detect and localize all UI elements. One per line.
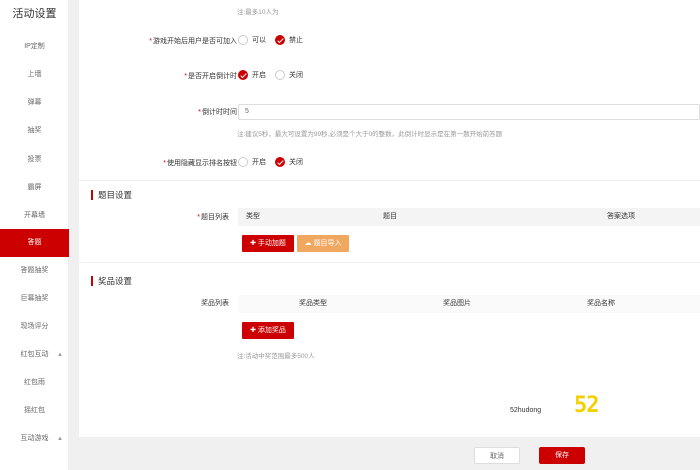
radio-checked-icon (275, 35, 285, 45)
prize-section-title: 奖品设置 (91, 275, 132, 287)
sidebar-title: 活动设置 (12, 8, 57, 20)
chevron-up-icon: ▲ (57, 436, 63, 442)
sidebar-item-label: 投票 (27, 156, 42, 163)
sidebar-item[interactable]: 红包雨 (0, 369, 69, 397)
question-list-label: *题目列表 (197, 214, 229, 221)
sidebar: 活动设置 IP定制上墙弹幕抽奖投票霸屏开幕墙答题答题抽奖巨幕抽奖现场评分红包互动… (0, 0, 69, 470)
sidebar-item[interactable]: 现场评分 (0, 313, 69, 341)
sidebar-item[interactable]: 答题 (0, 229, 69, 257)
footer-bar: 取消 保存 (79, 437, 700, 470)
content-gutter (69, 0, 79, 470)
main-content: 注:最多10人为 *游戏开始后用户是否可加入 可以 禁止 *是否开启倒计时 开启… (79, 0, 700, 470)
sidebar-item-label: IP定制 (24, 43, 45, 50)
radio-circle (238, 35, 248, 45)
join-option-forbid[interactable]: 禁止 (275, 35, 303, 45)
sidebar-item-label: 霸屏 (27, 184, 42, 191)
column-header: 奖品名称 (587, 300, 615, 307)
sidebar-item[interactable]: IP定制 (0, 33, 69, 61)
radio-circle (238, 157, 248, 167)
countdown-label: *是否开启倒计时 (184, 73, 237, 80)
prize-table-header: 奖品类型 奖品图片 奖品名称 (238, 295, 700, 313)
sidebar-item[interactable]: 红包互动 ▲ (0, 341, 69, 369)
ranking-option-off[interactable]: 关闭 (275, 157, 303, 167)
countdown-note: 注:建议5秒，最大可设置为99秒,必须是个大于0的整数，此倒计时显示是在第一题开… (237, 131, 503, 138)
sidebar-item[interactable]: 弹幕 (0, 89, 69, 117)
prize-note: 注:活动中奖范围最多500人 (237, 353, 315, 360)
prize-list-label: 奖品列表 (201, 300, 229, 307)
sidebar-item-label: 摇红包 (24, 407, 45, 414)
column-header: 奖品类型 (299, 300, 327, 307)
sidebar-item-label: 答题抽奖 (20, 267, 49, 274)
sidebar-item-label: 弹幕 (27, 99, 42, 106)
save-button[interactable]: 保存 (539, 447, 585, 464)
countdown-option-off[interactable]: 关闭 (275, 70, 303, 80)
divider (79, 180, 700, 181)
manual-add-question-button[interactable]: ✚ 手动加题 (242, 235, 294, 252)
cancel-button[interactable]: 取消 (474, 447, 520, 464)
radio-circle (275, 70, 285, 80)
divider (79, 262, 700, 263)
countdown-option-on[interactable]: 开启 (238, 70, 266, 80)
join-option-allow[interactable]: 可以 (238, 35, 266, 45)
section-marker (91, 190, 93, 200)
sidebar-item-label: 红包雨 (24, 379, 45, 386)
join-label: *游戏开始后用户是否可加入 (149, 38, 237, 45)
sidebar-item[interactable]: 抽奖 (0, 117, 69, 145)
sidebar-item[interactable]: 投票 (0, 146, 69, 174)
sidebar-item[interactable]: 开幕墙 (0, 202, 69, 230)
radio-checked-icon (238, 70, 248, 80)
countdown-time-input[interactable]: 5 (238, 104, 700, 120)
watermark-text: 52hudong (510, 407, 542, 414)
question-section-title: 题目设置 (91, 189, 132, 201)
column-header: 题目 (383, 213, 397, 220)
sidebar-item-label: 开幕墙 (24, 212, 45, 219)
column-header: 类型 (246, 213, 260, 220)
sidebar-item-label: 答题 (27, 239, 42, 246)
sidebar-item[interactable]: 上墙 (0, 61, 69, 89)
sidebar-item-label: 互动游戏 (20, 435, 49, 442)
sidebar-item-label: 巨幕抽奖 (20, 295, 49, 302)
import-questions-button[interactable]: ☁ 题目导入 (297, 235, 349, 252)
sidebar-item[interactable]: 摇红包 (0, 397, 69, 425)
watermark-logo: 52 (574, 393, 599, 418)
sidebar-item-label: 红包互动 (20, 351, 49, 358)
radio-checked-icon (275, 157, 285, 167)
column-header: 奖品图片 (443, 300, 471, 307)
sidebar-item[interactable]: 答题抽奖 (0, 257, 69, 285)
sidebar-item-label: 上墙 (27, 71, 42, 78)
top-note: 注:最多10人为 (237, 9, 279, 16)
chevron-up-icon: ▲ (57, 352, 63, 358)
sidebar-item[interactable]: 巨幕抽奖 (0, 285, 69, 313)
sidebar-item[interactable]: 互动游戏 ▲ (0, 425, 69, 453)
question-table-header: 类型 题目 答案选项 (238, 208, 700, 226)
countdown-time-label: *倒计时时间 (198, 109, 237, 116)
sidebar-item[interactable]: 霸屏 (0, 174, 69, 202)
add-prize-button[interactable]: ✚ 添加奖品 (242, 322, 294, 339)
sidebar-item-label: 抽奖 (27, 127, 42, 134)
ranking-option-on[interactable]: 开启 (238, 157, 266, 167)
column-header: 答案选项 (607, 213, 635, 220)
section-marker (91, 276, 93, 286)
sidebar-item-label: 现场评分 (20, 323, 49, 330)
ranking-label: *使用隐藏显示排名按钮 (163, 160, 237, 167)
